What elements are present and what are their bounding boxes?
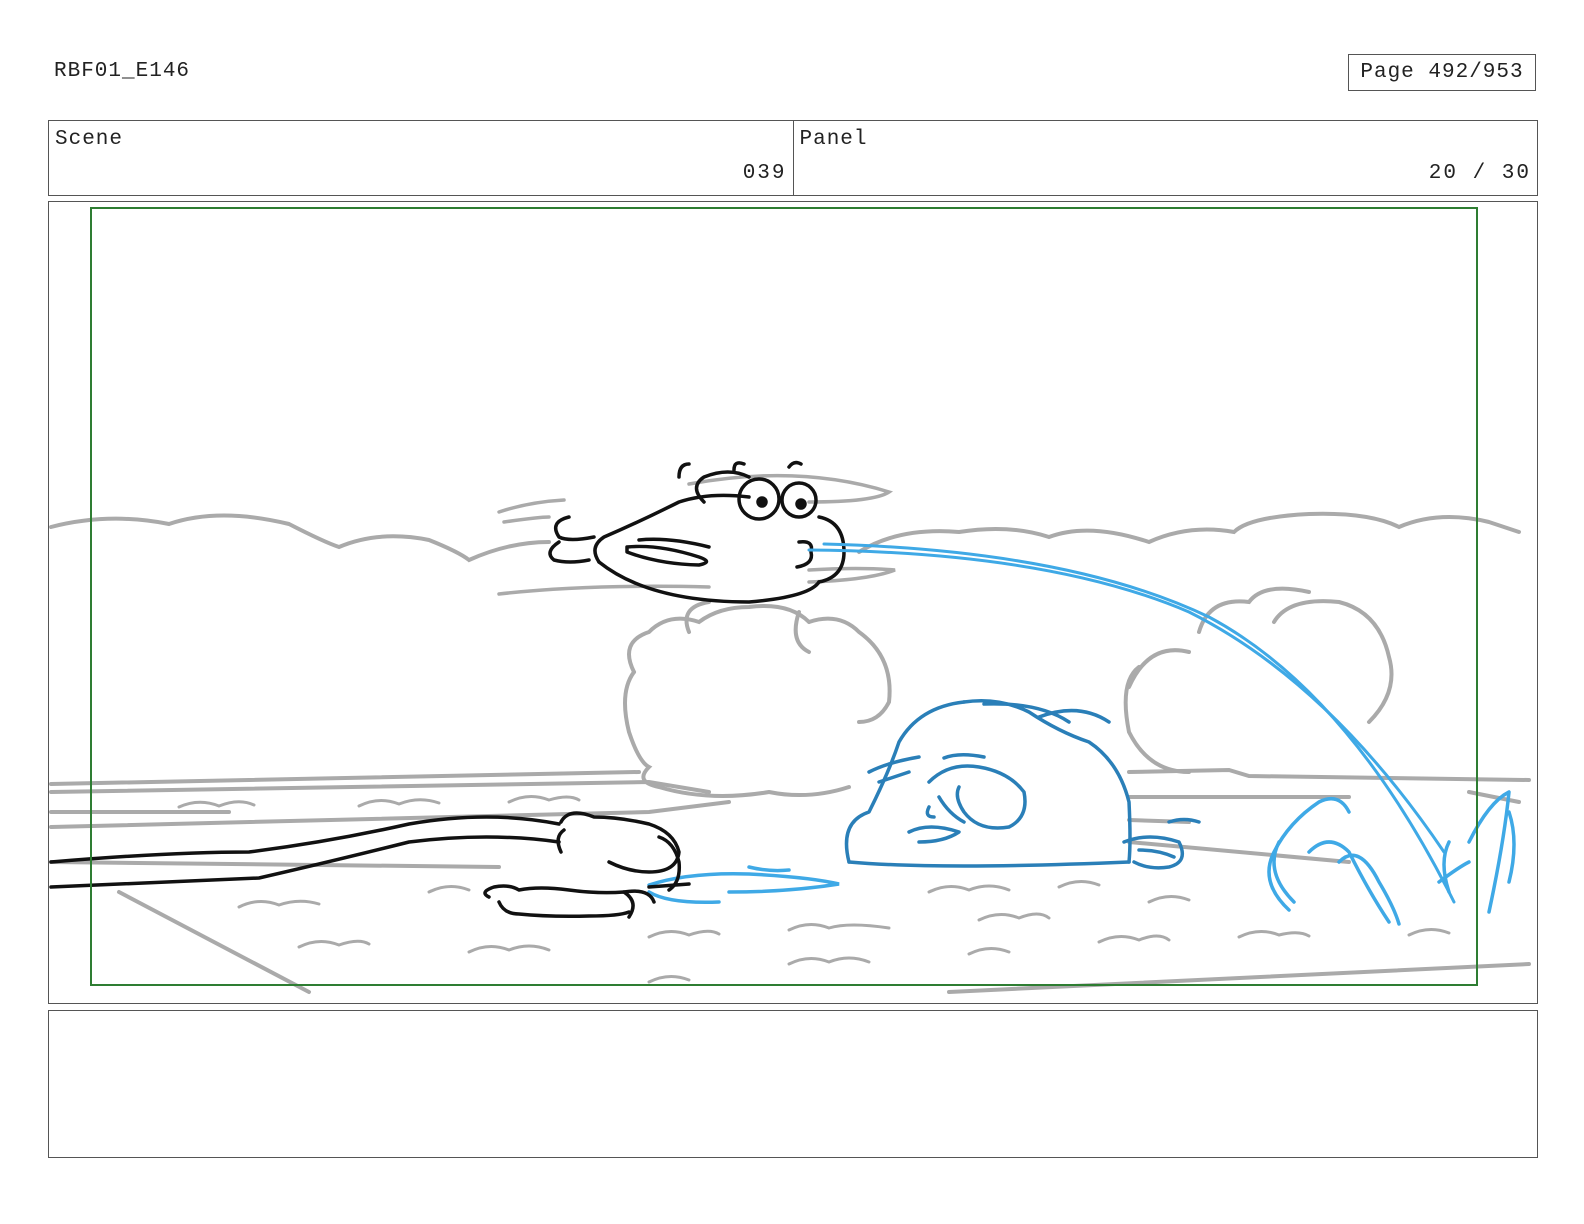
scene-panel-header: Scene 039 Panel 20 / 30 bbox=[48, 120, 1538, 196]
panel-label: Panel bbox=[799, 128, 868, 151]
background-pool-edge bbox=[49, 767, 1531, 994]
scene-number: 039 bbox=[742, 162, 787, 185]
water-ripples bbox=[177, 795, 1451, 984]
storyboard-id: RBF01_E146 bbox=[54, 60, 191, 83]
scene-label: Scene bbox=[55, 128, 124, 151]
panel-sketch bbox=[49, 207, 1531, 994]
panel-number: 20 / 30 bbox=[1428, 162, 1531, 185]
flying-character bbox=[548, 460, 846, 604]
storyboard-panel bbox=[48, 201, 1538, 1004]
notes-area bbox=[48, 1010, 1538, 1158]
scene-cell: Scene 039 bbox=[49, 121, 793, 195]
background-hedge-line bbox=[49, 511, 1521, 798]
page-indicator: Page 492/953 bbox=[1348, 54, 1536, 91]
panel-cell: Panel 20 / 30 bbox=[792, 121, 1538, 195]
